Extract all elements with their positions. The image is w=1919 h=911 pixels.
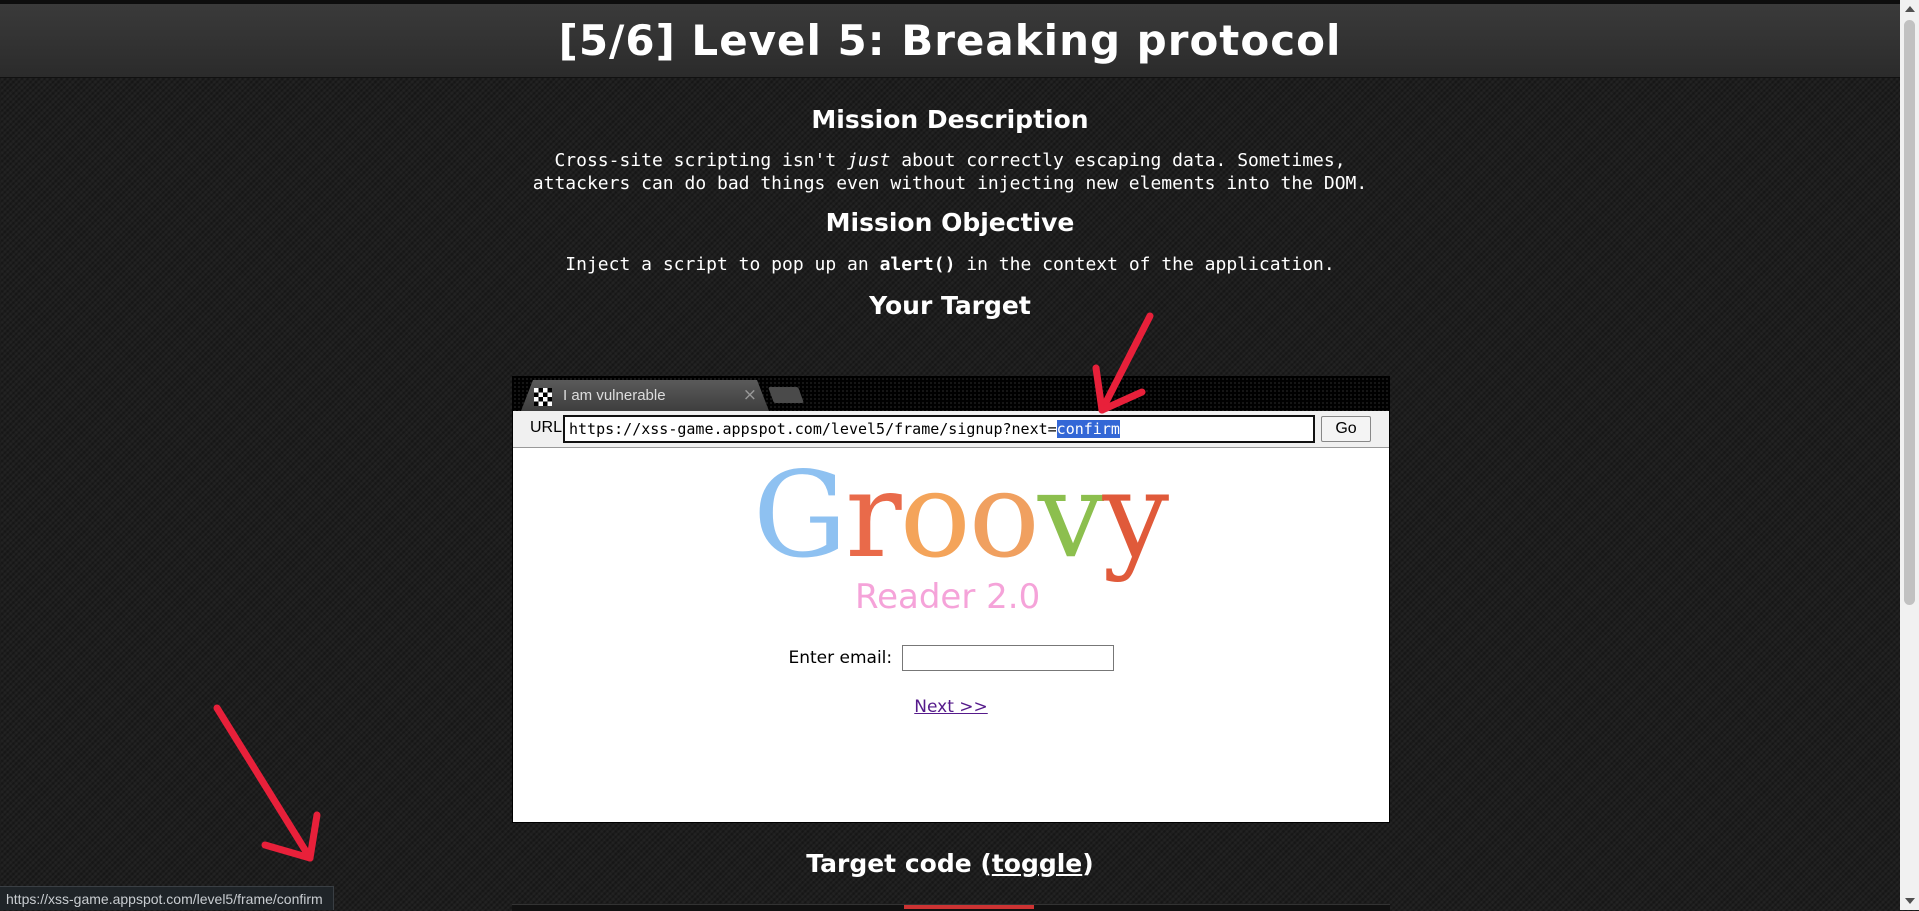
objective-pre: Inject a script to pop up an [565, 254, 880, 275]
toggle-link[interactable]: toggle [992, 849, 1082, 878]
red-annotation-arrow-top [1092, 312, 1154, 414]
groovy-wordmark: Groovy [753, 445, 1169, 585]
url-label: URL [530, 419, 563, 436]
scroll-down-arrow-icon[interactable] [1905, 898, 1915, 904]
frame-tab[interactable]: I am vulnerable × [521, 380, 769, 411]
go-button[interactable]: Go [1321, 416, 1371, 442]
frame-tab-strip: I am vulnerable × [513, 377, 1389, 411]
url-input[interactable]: https://xss-game.appspot.com/level5/fram… [563, 415, 1315, 443]
frame-tab-title: I am vulnerable [563, 387, 666, 404]
url-selected-text: confirm [1056, 420, 1120, 438]
objective-code: alert() [879, 254, 956, 275]
mission-objective-heading: Mission Objective [825, 208, 1075, 237]
logo-letter: o [968, 446, 1040, 584]
browser-status-bar: https://xss-game.appspot.com/level5/fram… [0, 886, 334, 910]
target-frame: I am vulnerable × URL https://xss-game.a… [512, 376, 1390, 823]
logo-subtitle: Reader 2.0 [855, 577, 1041, 617]
header-bar: [5/6] Level 5: Breaking protocol [0, 0, 1900, 78]
objective-post: in the context of the application. [955, 254, 1335, 275]
logo-letter: o [899, 446, 971, 584]
logo-letter: y [1102, 446, 1169, 584]
logo-letter: v [1037, 446, 1105, 584]
email-input[interactable] [901, 645, 1114, 671]
description-emphasis: just [847, 150, 891, 171]
description-line1-post: about correctly escaping data. Sometimes… [890, 150, 1346, 171]
mission-objective-text: Inject a script to pop up an alert() in … [0, 253, 1900, 276]
description-line2: attackers can do bad things even without… [532, 173, 1368, 194]
description-line1-pre: Cross-site scripting isn't [554, 150, 848, 171]
mission-description-text: Cross-site scripting isn't just about co… [0, 149, 1900, 195]
mission-content: Mission Description Cross-site scripting… [0, 78, 1900, 320]
email-label: Enter email: [788, 648, 893, 668]
your-target-heading: Your Target [869, 291, 1031, 320]
url-prefix-text: https://xss-game.appspot.com/level5/fram… [569, 420, 1057, 438]
page-title: [5/6] Level 5: Breaking protocol [558, 16, 1342, 65]
email-row: Enter email: [513, 645, 1389, 671]
tab-close-icon[interactable]: × [743, 385, 757, 405]
groovy-reader-logo: Groovy Reader 2.0 [753, 446, 1169, 617]
frame-url-bar: URL https://xss-game.appspot.com/level5/… [513, 411, 1389, 448]
next-link[interactable]: Next >> [513, 697, 1389, 717]
logo-letter: G [753, 446, 847, 584]
target-code-suffix: ) [1082, 849, 1094, 878]
scroll-up-arrow-icon[interactable] [1905, 6, 1915, 12]
code-highlight-edge [904, 905, 1034, 909]
red-annotation-arrow-bottom [213, 704, 321, 862]
scrollbar-thumb[interactable] [1904, 20, 1915, 605]
new-tab-button[interactable] [768, 387, 804, 403]
checkerboard-favicon-icon [534, 388, 552, 406]
mission-description-heading: Mission Description [811, 105, 1089, 134]
vertical-scrollbar[interactable] [1900, 0, 1919, 910]
logo-letter: r [845, 446, 901, 584]
target-code-prefix: Target code ( [806, 849, 992, 878]
